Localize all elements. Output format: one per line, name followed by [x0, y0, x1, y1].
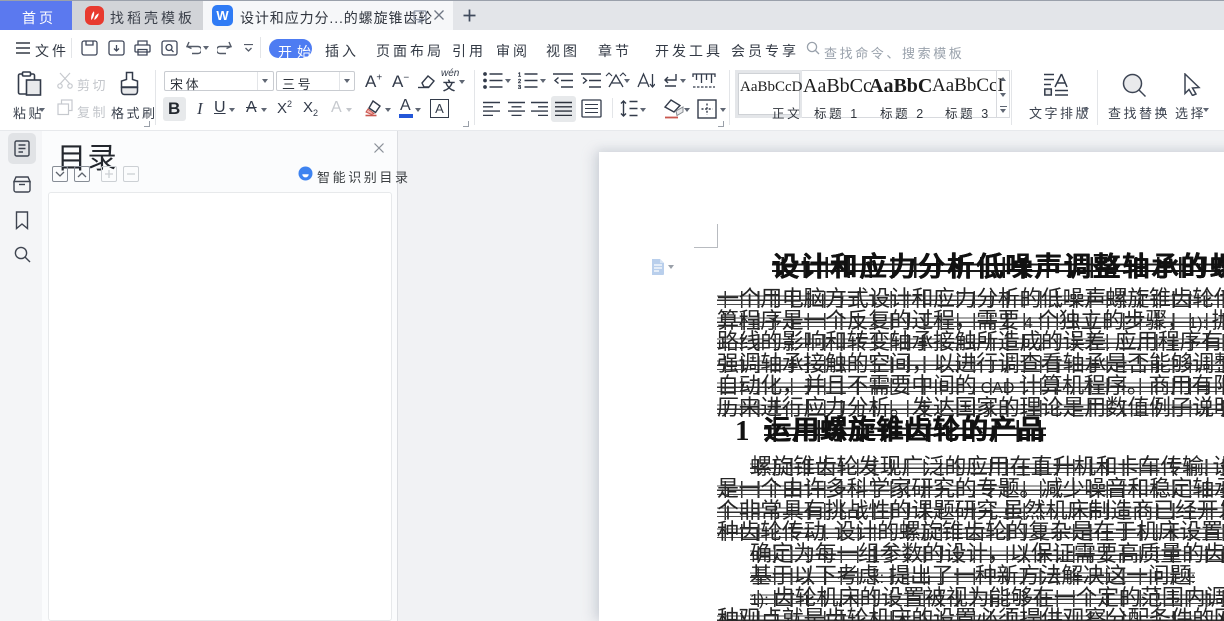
svg-text:3: 3 [518, 85, 521, 89]
svg-text:1: 1 [518, 73, 521, 79]
